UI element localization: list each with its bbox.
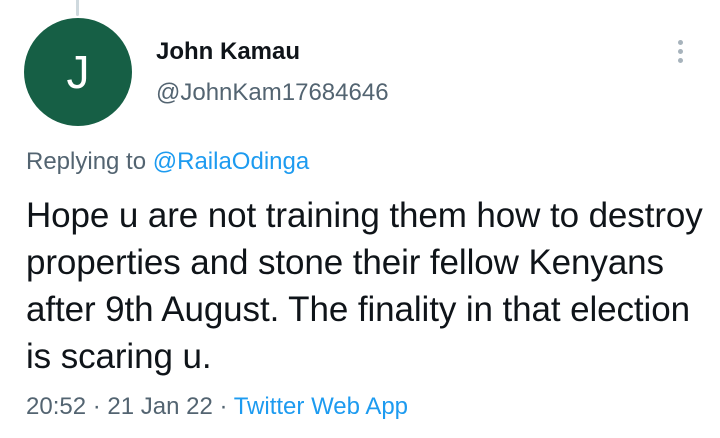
reply-mention-link[interactable]: @RailaOdinga <box>153 148 309 175</box>
tweet-metadata: 20:52 · 21 Jan 22 · Twitter Web App <box>26 393 408 421</box>
more-dot <box>677 39 683 45</box>
author-handle[interactable]: @JohnKam17684646 <box>156 79 389 107</box>
more-dot <box>677 57 683 63</box>
tweet-text: Hope u are not training them how to dest… <box>26 196 703 376</box>
tweet-time[interactable]: 20:52 <box>26 393 86 420</box>
thread-connector-line <box>76 0 79 16</box>
more-options-button[interactable] <box>664 32 696 70</box>
more-options-icon <box>677 39 683 63</box>
avatar[interactable]: J <box>24 18 132 126</box>
replying-to-line: Replying to @RailaOdinga <box>26 148 309 176</box>
author-name[interactable]: John Kamau <box>156 38 300 66</box>
meta-separator: · <box>86 393 108 420</box>
tweet-date[interactable]: 21 Jan 22 <box>107 393 212 420</box>
replying-to-label: Replying to <box>26 148 153 175</box>
meta-separator: · <box>212 393 234 420</box>
tweet-source-link[interactable]: Twitter Web App <box>234 393 408 420</box>
more-dot <box>677 48 683 54</box>
avatar-initial: J <box>66 46 90 98</box>
